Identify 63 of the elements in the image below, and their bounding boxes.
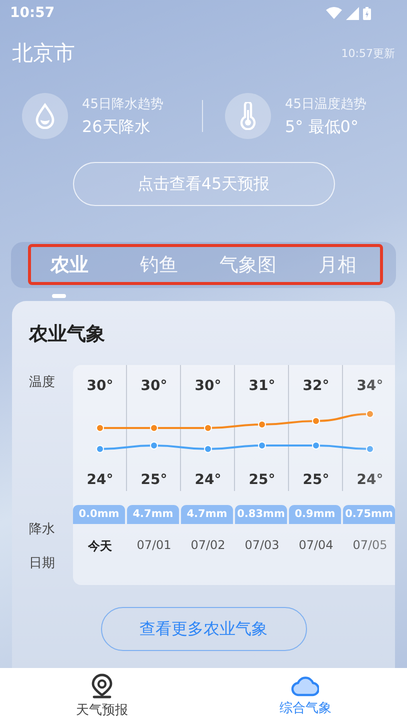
high-temp: 34°	[356, 377, 384, 396]
row-label: 降水	[29, 521, 55, 538]
point	[258, 442, 266, 450]
signal-icon	[346, 6, 359, 20]
point	[366, 410, 374, 418]
low-temp: 24°	[356, 471, 384, 490]
tab-indicator	[52, 294, 66, 298]
wifi-icon	[326, 7, 342, 19]
city-name: 北京市	[12, 40, 75, 67]
tab[interactable]: 月相	[318, 252, 356, 278]
high-temp: 32°	[302, 377, 330, 396]
point	[312, 417, 320, 425]
location-pin-icon	[90, 673, 114, 699]
point	[96, 424, 104, 432]
point	[96, 445, 104, 453]
point	[204, 445, 212, 453]
card-title: 农业气象	[28, 322, 106, 347]
trend-title: 45日降水趋势	[82, 96, 164, 112]
high-temp: 30°	[140, 377, 168, 396]
nav-item[interactable]: 天气预报	[0, 668, 204, 724]
date-label: 07/01	[136, 538, 172, 554]
tab[interactable]: 气象图	[220, 252, 277, 278]
point	[366, 445, 374, 453]
update-time: 10:57更新	[341, 46, 395, 60]
date-label: 07/04	[298, 538, 334, 554]
low-temp: 25°	[302, 471, 330, 490]
row-label: 日期	[29, 555, 55, 572]
date-label: 07/03	[244, 538, 280, 554]
rain-amount: 0.9mm	[289, 505, 341, 524]
date-label: 07/05	[352, 538, 388, 554]
thermometer-icon	[239, 102, 257, 130]
rain-amount: 0.83mm	[235, 505, 287, 524]
tab[interactable]: 钓鱼	[140, 252, 178, 278]
low-temp: 24°	[194, 471, 222, 490]
low-temp: 25°	[140, 471, 168, 490]
rain-amount: 0.0mm	[73, 505, 125, 524]
low-temp: 25°	[248, 471, 276, 490]
more-button[interactable]: 查看更多农业气象	[100, 607, 306, 651]
battery-icon	[363, 6, 371, 20]
point	[150, 442, 158, 450]
date-label: 07/02	[190, 538, 226, 554]
nav-item[interactable]: 综合气象	[204, 668, 407, 724]
rain-amount: 0.75mm	[343, 505, 395, 524]
tab[interactable]: 农业	[50, 252, 89, 278]
rain-amount: 4.7mm	[181, 505, 233, 524]
trend-title: 45日温度趋势	[285, 96, 367, 112]
point	[204, 424, 212, 432]
status-time: 10:57	[10, 5, 55, 21]
low-temp: 24°	[86, 471, 114, 490]
high-temp: 31°	[248, 377, 276, 396]
point	[312, 442, 320, 450]
rain-amount: 4.7mm	[127, 505, 179, 524]
trend-value: 26天降水	[82, 116, 152, 138]
row-label: 温度	[29, 374, 55, 391]
high-temp: 30°	[86, 377, 114, 396]
date-label: 今天	[87, 538, 113, 555]
point	[258, 420, 266, 428]
high-temp: 30°	[194, 377, 222, 396]
water-drop-icon	[34, 103, 56, 129]
point	[150, 424, 158, 432]
forecast-button[interactable]: 点击查看45天预报	[72, 162, 334, 206]
trend-value: 5° 最低0°	[285, 116, 360, 138]
cloud-icon	[291, 675, 320, 697]
